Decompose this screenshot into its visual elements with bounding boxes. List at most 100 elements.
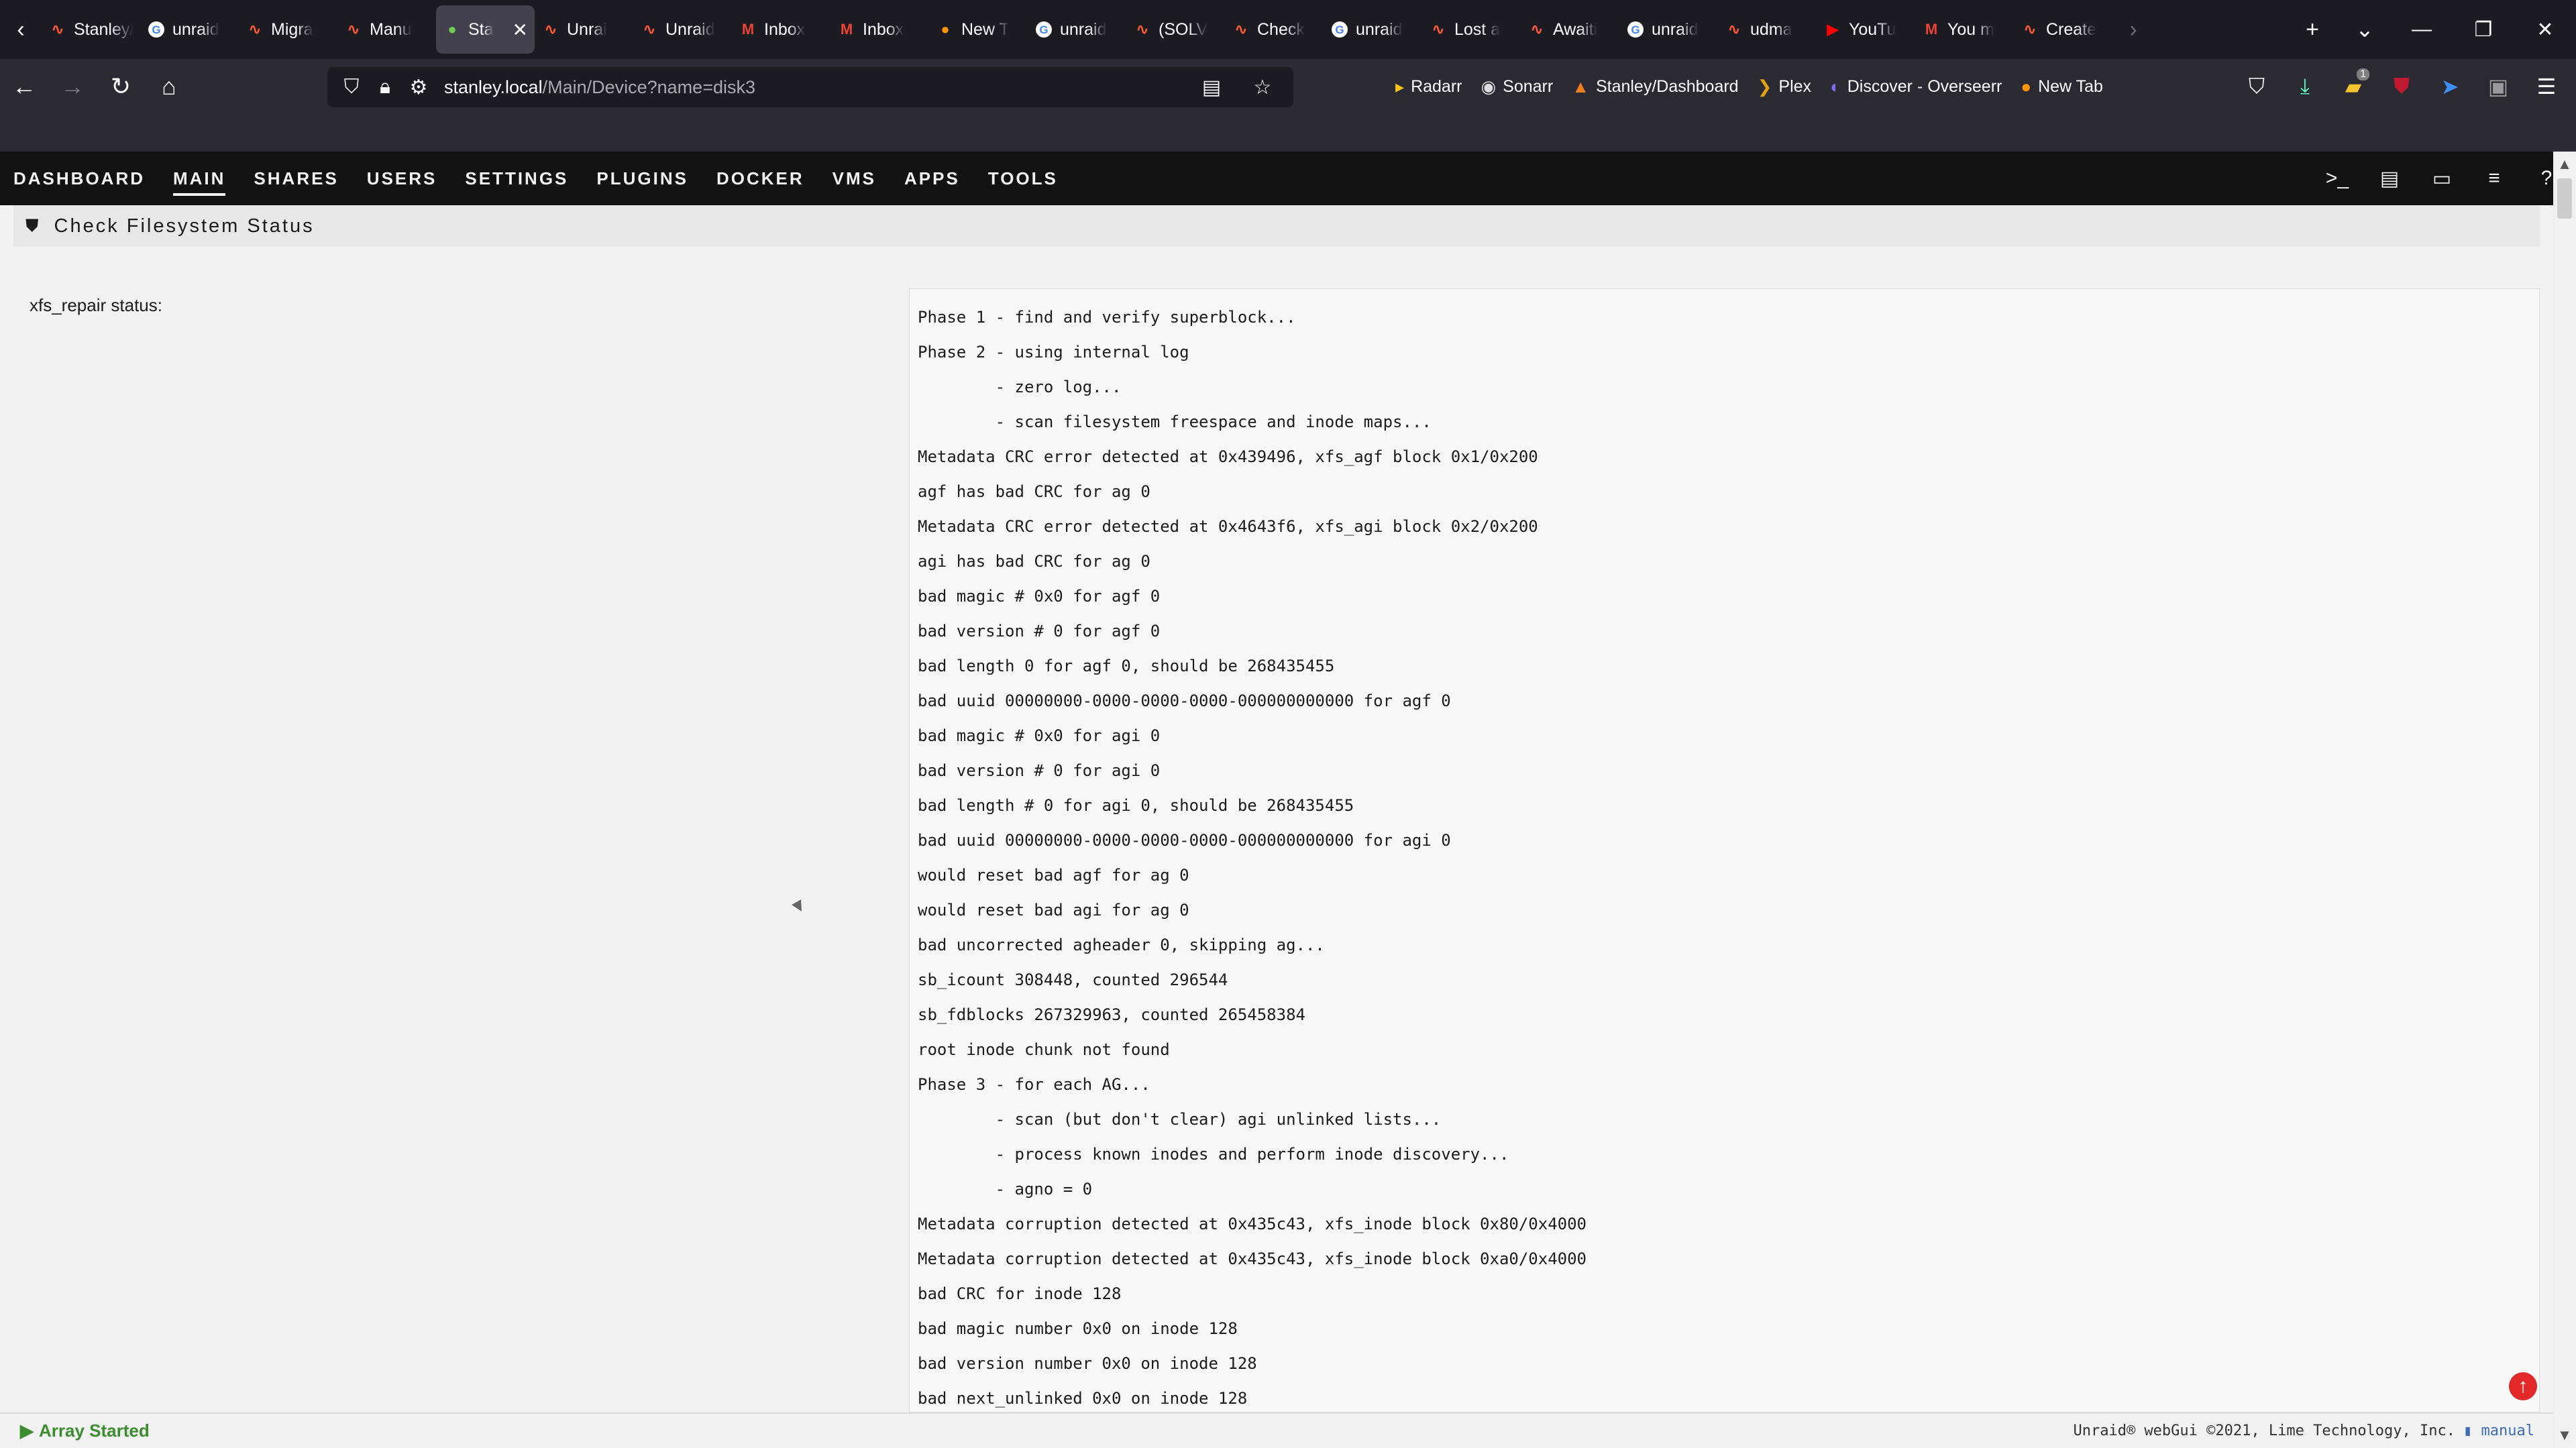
browser-tab[interactable]: ● Sta ✕ [436, 5, 535, 54]
permissions-icon[interactable]: ⚙ [405, 76, 432, 99]
browser-tab[interactable]: Gunraid [1028, 0, 1126, 59]
bookmark-label: New Tab [2038, 76, 2103, 96]
browser-tab[interactable]: Gunraid [140, 0, 239, 59]
nav-item-docker[interactable]: DOCKER [716, 152, 804, 205]
nav-item-tools[interactable]: TOOLS [988, 152, 1058, 205]
log-line: bad CRC for inode 128 [918, 1284, 1122, 1303]
back-button[interactable]: ← [0, 59, 48, 114]
browser-tab[interactable]: ∿ Unrai [535, 0, 633, 59]
nav-item-apps[interactable]: APPS [904, 152, 960, 205]
nav-item-dashboard[interactable]: DASHBOARD [13, 152, 145, 205]
nav-item-users[interactable]: USERS [367, 152, 437, 205]
shield-icon: ⛊ [25, 215, 41, 235]
extension-folder-icon[interactable]: ▰ 1 [2329, 59, 2377, 114]
restore-button[interactable]: ❐ [2453, 0, 2514, 59]
section-header: ⛊ Check Filesystem Status [13, 205, 2540, 247]
tab-title: Lost a [1454, 19, 1501, 39]
tab-scroll-right-button[interactable]: › [2112, 0, 2154, 59]
browser-tab[interactable]: ∿ Migra [239, 0, 337, 59]
log-icon[interactable]: ▤ [2376, 165, 2403, 192]
unraid-icon: ∿ [1234, 21, 1248, 38]
tab-title: YouTu [1849, 19, 1896, 39]
scroll-to-top-button[interactable]: ↑ [2509, 1372, 2537, 1400]
reload-button[interactable]: ↻ [97, 59, 145, 114]
browser-tab[interactable]: M You m [1915, 0, 2014, 59]
browser-tab[interactable]: Gunraid [1619, 0, 1718, 59]
google-icon: G [1626, 20, 1645, 39]
browser-tab[interactable]: ▶ YouTu [1817, 0, 1915, 59]
array-status-text: Array Started [39, 1421, 150, 1441]
nav-item-settings[interactable]: SETTINGS [465, 152, 568, 205]
feedback-icon[interactable]: ≡ [2481, 165, 2508, 192]
home-button[interactable]: ⌂ [145, 59, 193, 114]
url-bar[interactable]: ⛉ 🔒︎ ⚙ stanley.local/Main/Device?name=di… [327, 67, 1293, 107]
downloads-icon[interactable]: ⤓ [2281, 59, 2329, 114]
browser-tab[interactable]: M Inbox [732, 0, 830, 59]
nav-item-shares[interactable]: SHARES [254, 152, 338, 205]
browser-tab[interactable]: ∿ Create [2014, 0, 2112, 59]
bookmark-item[interactable]: ❯ Plex [1758, 76, 1811, 97]
browser-tab[interactable]: ∿ Manu [337, 0, 436, 59]
cursor-extension-icon[interactable]: ➤ [2426, 59, 2474, 114]
nav-item-main[interactable]: MAIN [173, 152, 226, 205]
nav-item-vms[interactable]: VMS [833, 152, 876, 205]
browser-tab[interactable]: ∿ Check [1225, 0, 1324, 59]
close-window-button[interactable]: ✕ [2514, 0, 2576, 59]
sonarr-icon: ◉ [1481, 76, 1497, 97]
browser-tab[interactable]: ∿ Lost a [1422, 0, 1521, 59]
close-tab-icon[interactable]: ✕ [513, 19, 528, 41]
scroll-up-arrow-icon[interactable]: ▲ [2553, 156, 2576, 173]
bookmark-item[interactable]: ▲ Stanley/Dashboard [1572, 76, 1738, 97]
log-line: Phase 3 - for each AG... [918, 1075, 1150, 1094]
overseerr-icon: ◐ [1830, 76, 1841, 97]
copyright-text: Unraid® webGui ©2021, Lime Technology, I… [2073, 1423, 2456, 1439]
nav-item-plugins[interactable]: PLUGINS [596, 152, 688, 205]
book-icon: ▮ [2463, 1423, 2473, 1439]
menu-icon[interactable]: ☰ [2522, 59, 2571, 114]
extension-icon[interactable]: ▣ [2474, 59, 2522, 114]
list-all-tabs-button[interactable]: ⌄ [2339, 0, 2391, 59]
bookmark-item[interactable]: ▸ Radarr [1395, 76, 1462, 97]
pocket-icon[interactable]: ⛉ [2233, 59, 2281, 114]
reader-view-icon[interactable]: ▤ [1198, 76, 1225, 99]
scroll-down-arrow-icon[interactable]: ▼ [2553, 1427, 2576, 1444]
bookmark-item[interactable]: ● New Tab [2021, 76, 2103, 97]
browser-tab[interactable]: ∿ (SOLV [1126, 0, 1225, 59]
ublock-icon[interactable]: ⛊ [2377, 59, 2426, 114]
log-line: root inode chunk not found [918, 1040, 1170, 1059]
forward-button[interactable]: → [48, 59, 97, 114]
tab-scroll-left-button[interactable]: ‹ [0, 0, 42, 59]
tab-title: Unrai [567, 19, 607, 39]
monitor-icon[interactable]: ▭ [2428, 165, 2455, 192]
play-circle-icon: ▶ [20, 1421, 34, 1441]
page-scrollbar[interactable]: ▲ ▼ [2553, 152, 2576, 1448]
url-text[interactable]: stanley.local/Main/Device?name=disk3 [444, 77, 755, 98]
browser-tab[interactable]: ∿ Unraid [633, 0, 732, 59]
browser-tab[interactable]: ∿ Stanley/R [42, 0, 140, 59]
google-icon: G [147, 20, 166, 39]
bookmark-item[interactable]: ◉ Sonarr [1481, 76, 1553, 97]
log-line: would reset bad agf for ag 0 [918, 866, 1189, 885]
radarr-icon: ▸ [1395, 76, 1405, 97]
bookmark-item[interactable]: ◐ Discover - Overseerr [1830, 76, 2002, 97]
bookmark-label: Stanley/Dashboard [1595, 76, 1739, 96]
shield-icon[interactable]: ⛉ [338, 76, 365, 99]
log-line: agf has bad CRC for ag 0 [918, 482, 1150, 501]
svg-text:G: G [1335, 23, 1344, 36]
section-title: Check Filesystem Status [54, 215, 315, 237]
browser-tab[interactable]: ● New T [929, 0, 1028, 59]
browser-tab[interactable]: Gunraid [1324, 0, 1422, 59]
manual-link[interactable]: ▮ manual [2463, 1423, 2534, 1439]
terminal-icon[interactable]: >_ [2324, 165, 2351, 192]
browser-tab[interactable]: M Inbox [830, 0, 929, 59]
scrollbar-thumb[interactable] [2557, 178, 2572, 219]
browser-tab[interactable]: ∿ udma [1718, 0, 1817, 59]
lock-icon[interactable]: 🔒︎ [372, 76, 398, 99]
bookmark-star-icon[interactable]: ☆ [1249, 76, 1276, 99]
new-tab-button[interactable]: + [2286, 0, 2339, 59]
xfs-repair-output[interactable]: Phase 1 - find and verify superblock... P… [909, 288, 2540, 1412]
log-line: - process known inodes and perform inode… [918, 1145, 1509, 1164]
browser-tab[interactable]: ∿ Awaiti [1521, 0, 1619, 59]
firefox-icon: ● [941, 21, 950, 38]
minimize-button[interactable]: — [2391, 0, 2453, 59]
